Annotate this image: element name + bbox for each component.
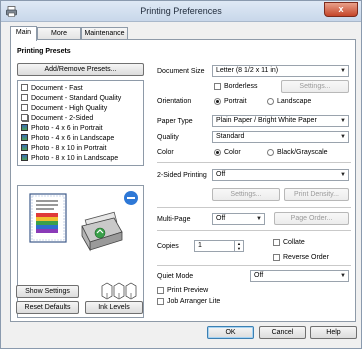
collate-checkbox[interactable] xyxy=(273,239,280,246)
quiet-mode-value: Off xyxy=(254,272,264,279)
collate-label: Collate xyxy=(283,239,305,246)
preset-label: Document - High Quality xyxy=(31,105,108,112)
multi-page-select[interactable]: Off ▼ xyxy=(212,213,265,225)
preset-item[interactable]: Photo - 8 x 10 in Landscape xyxy=(21,154,118,163)
paper-type-label: Paper Type xyxy=(157,118,193,125)
multi-page-label: Multi-Page xyxy=(157,216,191,223)
portrait-radio[interactable] xyxy=(214,98,221,105)
document-icon xyxy=(21,94,28,101)
window-title: Printing Preferences xyxy=(140,6,222,16)
portrait-label: Portrait xyxy=(224,98,247,105)
preset-item[interactable]: Document - Fast xyxy=(21,84,83,93)
photo-icon xyxy=(21,144,28,151)
borderless-label: Borderless xyxy=(224,83,258,90)
photo-icon xyxy=(21,154,28,161)
add-remove-presets-button[interactable]: Add/Remove Presets... xyxy=(17,63,144,76)
show-settings-button[interactable]: Show Settings xyxy=(16,285,79,298)
black-grayscale-radio[interactable] xyxy=(267,149,274,156)
preset-item[interactable]: Photo - 4 x 6 in Landscape xyxy=(21,134,114,143)
color-radio[interactable] xyxy=(214,149,221,156)
preset-label: Document - Standard Quality xyxy=(31,95,122,102)
page-order-button[interactable]: Page Order... xyxy=(274,212,349,225)
preset-label: Document - Fast xyxy=(31,85,83,92)
presets-list[interactable]: Document - Fast Document - Standard Qual… xyxy=(17,80,144,166)
print-preview-graphic xyxy=(17,185,144,318)
document-icon xyxy=(21,104,28,111)
borderless-settings-button[interactable]: Settings... xyxy=(281,80,349,93)
chevron-down-icon: ▼ xyxy=(340,273,346,279)
ok-button[interactable]: OK xyxy=(207,326,254,339)
chevron-down-icon: ▼ xyxy=(340,68,346,74)
chevron-down-icon: ▼ xyxy=(256,216,262,222)
chevron-down-icon: ▼ xyxy=(340,118,346,124)
orientation-label: Orientation xyxy=(157,98,192,105)
divider xyxy=(157,162,351,163)
copies-value: 1 xyxy=(198,242,202,249)
divider xyxy=(157,230,351,231)
preset-label: Photo - 8 x 10 in Portrait xyxy=(31,145,107,152)
chevron-down-icon: ▼ xyxy=(340,172,346,178)
job-arranger-lite-label: Job Arranger Lite xyxy=(167,298,221,305)
copies-spinner[interactable]: 1 ▲ ▼ xyxy=(194,240,244,252)
document-size-value: Letter (8 1/2 x 11 in) xyxy=(216,67,279,74)
photo-icon xyxy=(21,134,28,141)
two-sided-value: Off xyxy=(216,171,226,178)
print-preview-label: Print Preview xyxy=(167,287,209,294)
preset-label: Photo - 4 x 6 in Landscape xyxy=(31,135,115,142)
color-label: Color xyxy=(157,149,174,156)
reverse-order-label: Reverse Order xyxy=(283,254,329,261)
landscape-radio[interactable] xyxy=(267,98,274,105)
two-sided-document-icon xyxy=(21,114,28,121)
landscape-label: Landscape xyxy=(277,98,312,105)
cancel-button[interactable]: Cancel xyxy=(259,326,306,339)
print-density-button[interactable]: Print Density... xyxy=(284,188,349,201)
quality-value: Standard xyxy=(216,133,245,140)
ink-levels-button[interactable]: Ink Levels xyxy=(85,301,143,314)
chevron-down-icon: ▼ xyxy=(340,134,346,140)
color-option-label: Color xyxy=(224,149,241,156)
title-bar[interactable]: Printing Preferences x xyxy=(1,1,361,22)
job-arranger-lite-checkbox[interactable] xyxy=(157,298,164,305)
multi-page-value: Off xyxy=(216,215,226,222)
reset-defaults-button[interactable]: Reset Defaults xyxy=(16,301,79,314)
preset-label: Document - 2-Sided xyxy=(31,115,94,122)
help-button[interactable]: Help xyxy=(310,326,357,339)
quality-label: Quality xyxy=(157,134,179,141)
photo-icon xyxy=(21,124,28,131)
borderless-checkbox[interactable] xyxy=(214,83,221,90)
paper-type-value: Plain Paper / Bright White Paper xyxy=(216,117,317,124)
preset-label: Photo - 4 x 6 in Portrait xyxy=(31,125,103,132)
preset-item[interactable]: Document - High Quality xyxy=(21,104,107,113)
document-size-label: Document Size xyxy=(157,68,205,75)
close-button[interactable]: x xyxy=(324,2,358,17)
printer-icon xyxy=(81,211,123,252)
document-icon xyxy=(21,84,28,91)
two-sided-printing-select[interactable]: Off ▼ xyxy=(212,169,349,181)
copies-label: Copies xyxy=(157,243,179,250)
two-sided-printing-label: 2-Sided Printing xyxy=(157,172,207,179)
preset-item[interactable]: Photo - 4 x 6 in Portrait xyxy=(21,124,103,133)
quality-select[interactable]: Standard ▼ xyxy=(212,131,349,143)
two-sided-settings-button[interactable]: Settings... xyxy=(212,188,280,201)
printing-preferences-window: Printing Preferences x Main More Options… xyxy=(0,0,362,349)
quiet-mode-select[interactable]: Off ▼ xyxy=(250,270,349,282)
reverse-order-checkbox[interactable] xyxy=(273,254,280,261)
divider xyxy=(157,207,351,208)
preset-item[interactable]: Photo - 8 x 10 in Portrait xyxy=(21,144,106,153)
print-preview-checkbox[interactable] xyxy=(157,287,164,294)
black-grayscale-label: Black/Grayscale xyxy=(277,149,328,156)
printing-presets-heading: Printing Presets xyxy=(17,48,71,55)
divider xyxy=(157,265,351,266)
paper-type-select[interactable]: Plain Paper / Bright White Paper ▼ xyxy=(212,115,349,127)
preset-item[interactable]: Document - Standard Quality xyxy=(21,94,121,103)
spinner-arrows-icon[interactable]: ▲ ▼ xyxy=(234,241,243,251)
main-tab-panel: Printing Presets Add/Remove Presets... D… xyxy=(10,39,356,322)
preset-item[interactable]: Document - 2-Sided xyxy=(21,114,93,123)
document-size-select[interactable]: Letter (8 1/2 x 11 in) ▼ xyxy=(212,65,349,77)
tab-main[interactable]: Main xyxy=(10,26,37,41)
preset-label: Photo - 8 x 10 in Landscape xyxy=(31,155,119,162)
quiet-mode-label: Quiet Mode xyxy=(157,273,194,280)
